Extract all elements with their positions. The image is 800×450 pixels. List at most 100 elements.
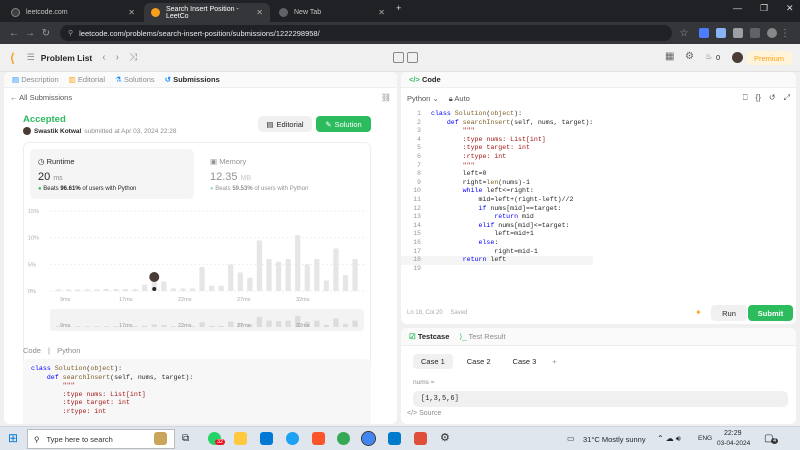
file-explorer-icon[interactable] — [234, 432, 247, 445]
case-2-tab[interactable]: Case 2 — [459, 354, 499, 369]
code-line[interactable]: 12 if nums[mid]==target: — [401, 205, 593, 214]
username[interactable]: Swastik Kotwal — [34, 128, 81, 135]
chart-bar[interactable] — [323, 280, 330, 291]
tray-icons[interactable]: ⌃☁🔊︎ — [657, 434, 683, 444]
browser-tab-search-insert[interactable]: Search Insert Position - LeetCo ✕ — [144, 3, 270, 22]
grid-icon[interactable]: ▦ — [665, 51, 674, 62]
add-case-button[interactable]: + — [550, 354, 558, 369]
code-line[interactable]: 15 left=mid+1 — [401, 230, 593, 239]
app-icon[interactable] — [414, 432, 427, 445]
nums-input[interactable]: [1,3,5,6] — [413, 391, 788, 407]
tab-test-result[interactable]: ⟩_ Test Result — [459, 332, 505, 341]
chart-bar[interactable] — [209, 285, 215, 291]
chart-bar[interactable] — [256, 240, 263, 291]
debug-icon[interactable]: ✦ — [695, 308, 702, 317]
auto-toggle[interactable]: 🔒︎ Auto — [449, 94, 470, 104]
maximize-button[interactable]: ❐ — [760, 3, 768, 14]
url-input[interactable]: ⚲ leetcode.com/problems/search-insert-po… — [60, 25, 672, 41]
extension-icon[interactable] — [716, 28, 726, 38]
close-window-button[interactable]: ✕ — [786, 3, 794, 14]
minimize-button[interactable]: — — [733, 3, 742, 13]
chart-bar[interactable] — [218, 285, 224, 291]
chart-bar[interactable] — [352, 259, 358, 291]
tab-code[interactable]: </> Code — [409, 75, 441, 84]
chart-bar[interactable] — [333, 248, 339, 291]
solution-button[interactable]: ✎ Solution — [316, 116, 371, 132]
chart-bar[interactable] — [170, 288, 177, 291]
layout-icon[interactable] — [393, 52, 404, 63]
problem-list-link[interactable]: Problem List — [41, 53, 92, 63]
tab-description[interactable]: ▤ Description — [12, 75, 59, 84]
chart-bar[interactable] — [142, 284, 148, 291]
chart-bar[interactable] — [295, 235, 301, 291]
case-1-tab[interactable]: Case 1 — [413, 354, 453, 369]
code-line[interactable]: 2 def searchInsert(self, nums, target): — [401, 119, 593, 128]
widget-icon[interactable] — [154, 432, 167, 445]
clock-date[interactable]: 03-04-2024 — [717, 440, 750, 447]
star-icon[interactable]: ☆ — [676, 28, 692, 39]
code-line[interactable]: 19 — [401, 265, 593, 274]
submit-button[interactable]: Submit — [748, 305, 793, 321]
leetcode-logo[interactable]: ⟨ — [10, 51, 15, 65]
chart-bar[interactable] — [314, 259, 320, 291]
chart-range-selector[interactable] — [50, 309, 364, 331]
chart-bar[interactable] — [342, 275, 349, 291]
source-link[interactable]: </> Source — [407, 410, 441, 417]
reset-icon[interactable]: ↺ — [769, 93, 776, 103]
tab-editorial[interactable]: ▥ Editorial — [69, 75, 105, 84]
chart-bar[interactable] — [103, 288, 110, 291]
user-avatar[interactable] — [732, 52, 743, 63]
prev-problem-icon[interactable]: ‹ — [102, 52, 105, 63]
chart-bar[interactable] — [228, 264, 234, 291]
tab-testcase[interactable]: ☑ Testcase — [409, 332, 449, 341]
run-button[interactable]: Run — [711, 305, 747, 321]
chart-bar[interactable] — [266, 259, 272, 291]
chart-bar[interactable] — [94, 289, 100, 291]
chart-bar[interactable] — [275, 261, 282, 291]
user-marker[interactable] — [149, 272, 160, 282]
chart-bar[interactable] — [237, 272, 243, 291]
all-submissions-link[interactable]: ← All Submissions — [10, 93, 72, 102]
code-line[interactable]: 11 mid=left+(right-left)//2 — [401, 196, 593, 205]
windows-start-icon[interactable]: ⊞ — [8, 432, 18, 444]
site-info-icon[interactable]: ⚲ — [68, 29, 73, 37]
fullscreen-icon[interactable]: ⤢ — [784, 93, 790, 103]
chart-bar[interactable] — [199, 267, 205, 291]
case-3-tab[interactable]: Case 3 — [505, 354, 545, 369]
close-icon[interactable]: ✕ — [128, 8, 135, 17]
code-editor[interactable]: 1 class Solution(object): 2 def searchInse… — [401, 108, 796, 288]
code-line[interactable]: 1 class Solution(object): — [401, 110, 593, 119]
code-line[interactable]: 13 return mid — [401, 213, 593, 222]
edge-icon[interactable] — [286, 432, 299, 445]
extension-icon[interactable] — [699, 28, 709, 38]
chart-bar[interactable] — [189, 288, 196, 291]
chart-bar[interactable] — [113, 288, 119, 291]
language-select[interactable]: Python ⌄ — [407, 94, 439, 104]
code-line[interactable]: 16 else: — [401, 239, 593, 248]
task-view-icon[interactable]: ⧉ — [182, 432, 195, 445]
browser-tab-leetcode[interactable]: leetcode.com ✕ — [4, 3, 142, 22]
taskbar-search-input[interactable]: ⚲ Type here to search — [27, 429, 175, 449]
editorial-button[interactable]: ▤ Editorial — [258, 116, 312, 132]
chart-bar[interactable] — [285, 259, 291, 291]
reload-icon[interactable]: ↻ — [38, 28, 54, 39]
chart-bar[interactable] — [122, 288, 129, 291]
chart-bar[interactable] — [75, 289, 81, 291]
code-line[interactable]: 14 elif nums[mid]<=target: — [401, 222, 593, 231]
profile-avatar[interactable] — [767, 28, 777, 38]
tab-solutions[interactable]: ⚗ Solutions — [115, 75, 155, 84]
chart-bar[interactable] — [180, 288, 186, 291]
code-line[interactable]: 6 :rtype: int — [401, 153, 593, 162]
tab-submissions[interactable]: ↺ Submissions — [165, 75, 220, 84]
puzzle-icon[interactable] — [733, 28, 743, 38]
premium-button[interactable]: Premium — [745, 51, 792, 65]
brave-icon[interactable] — [312, 432, 325, 445]
code-line[interactable]: 9 right=len(nums)-1 — [401, 179, 593, 188]
chart-bar[interactable] — [84, 289, 90, 291]
code-line[interactable]: 5 :type target: int — [401, 144, 593, 153]
vscode-icon[interactable] — [388, 432, 401, 445]
runtime-box[interactable]: ◷ Runtime 20 ms ● Beats 96.61% of users … — [30, 149, 194, 199]
settings-icon[interactable]: ⚙ — [440, 432, 453, 445]
shuffle-icon[interactable]: ⤨ — [129, 52, 137, 63]
chrome-icon[interactable] — [337, 432, 350, 445]
